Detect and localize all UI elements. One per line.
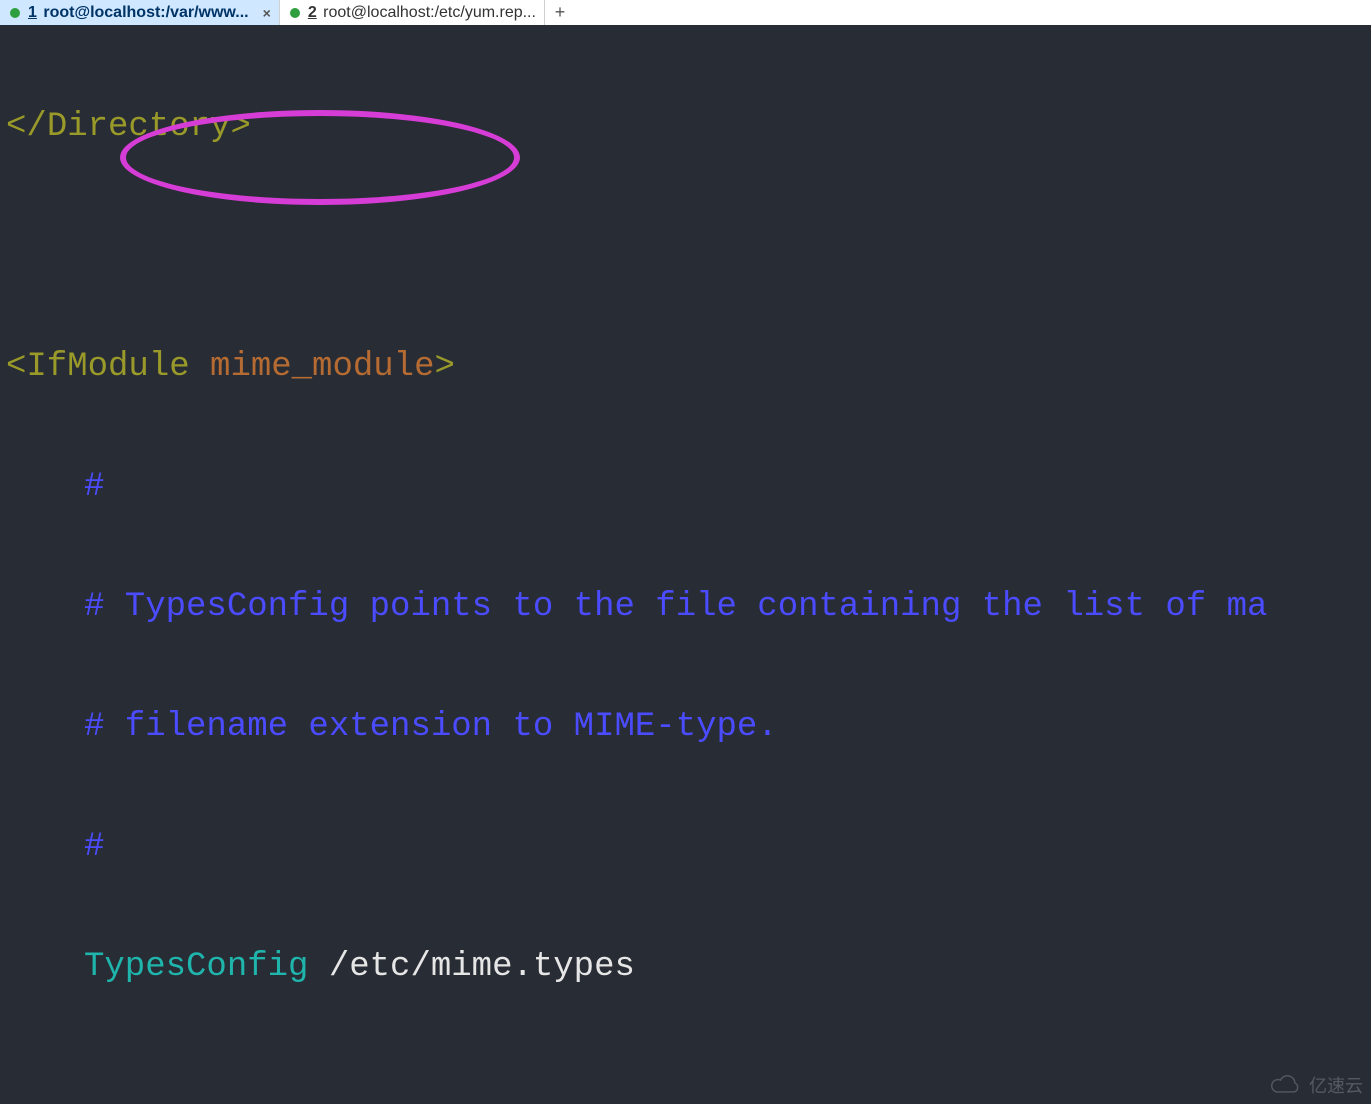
- watermark-text: 亿速云: [1309, 1072, 1363, 1098]
- cloud-icon: [1269, 1074, 1303, 1096]
- code-line: #: [6, 827, 1365, 867]
- tab-2[interactable]: 2 root@localhost:/etc/yum.rep...: [280, 0, 545, 25]
- code-line: # TypesConfig points to the file contain…: [6, 587, 1365, 627]
- tab-2-title: root@localhost:/etc/yum.rep...: [323, 4, 536, 21]
- code-line: #: [6, 467, 1365, 507]
- tab-1-index: 1: [28, 4, 37, 21]
- code-line: </Directory>: [6, 107, 1365, 147]
- code-line: [6, 1067, 1365, 1104]
- code-line: <IfModule mime_module>: [6, 347, 1365, 387]
- code-line: [6, 227, 1365, 267]
- code-line: TypesConfig /etc/mime.types: [6, 947, 1365, 987]
- status-dot-icon: [10, 8, 20, 18]
- watermark: 亿速云: [1269, 1072, 1363, 1098]
- new-tab-button[interactable]: +: [545, 0, 573, 25]
- tab-1[interactable]: 1 root@localhost:/var/www... ×: [0, 0, 280, 25]
- tab-1-title: root@localhost:/var/www...: [43, 4, 248, 21]
- tab-2-index: 2: [308, 4, 317, 21]
- status-dot-icon: [290, 8, 300, 18]
- close-icon[interactable]: ×: [263, 5, 271, 21]
- tab-bar: 1 root@localhost:/var/www... × 2 root@lo…: [0, 0, 1371, 25]
- editor-viewport[interactable]: </Directory> <IfModule mime_module> # # …: [0, 25, 1371, 1104]
- plus-icon: +: [555, 2, 566, 23]
- code-line: # filename extension to MIME-type.: [6, 707, 1365, 747]
